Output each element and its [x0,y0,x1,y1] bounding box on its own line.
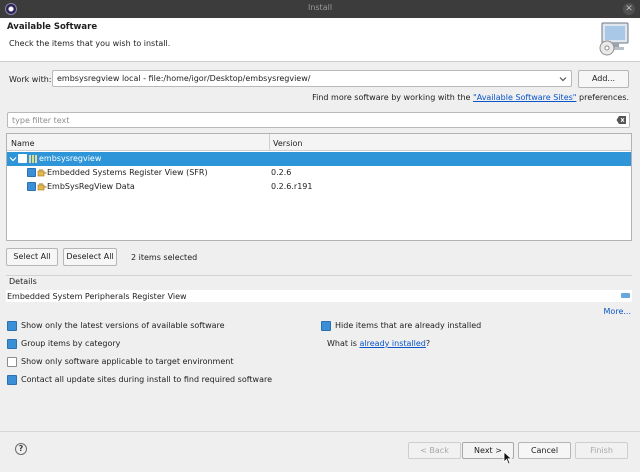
page-title: Available Software [7,22,98,32]
work-with-label: Work with: [9,75,52,84]
checkbox-box[interactable] [7,357,17,367]
row-checkbox[interactable] [27,182,36,191]
checkbox-label: Show only software applicable to target … [21,357,234,366]
details-text-area[interactable]: Embedded System Peripherals Register Vie… [6,290,632,302]
row-checkbox[interactable] [27,168,36,177]
details-scrollbar[interactable] [621,293,630,298]
install-computer-icon [599,22,629,56]
window-titlebar: Install ✕ [0,0,640,18]
details-divider [6,275,632,276]
feature-plug-icon [37,183,47,191]
close-icon[interactable]: ✕ [623,3,635,15]
help-icon[interactable]: ? [15,443,27,455]
row-version: 0.2.6 [271,168,292,177]
more-software-suffix: preferences. [576,93,629,102]
details-label: Details [9,277,37,286]
more-software-prefix: Find more software by working with the [312,93,474,102]
table-row[interactable]: EmbSysRegView Data 0.2.6.r191 [7,180,631,194]
checkbox-box[interactable] [7,339,17,349]
row-name: Embedded Systems Register View (SFR) [47,168,208,177]
column-divider[interactable] [269,134,270,151]
cancel-button[interactable]: Cancel [518,442,571,459]
back-button[interactable]: < Back [408,442,461,459]
column-header-version[interactable]: Version [273,139,302,148]
installed-suffix: ? [425,339,431,348]
available-software-sites-link[interactable]: "Available Software Sites" [473,93,576,102]
clear-filter-icon[interactable] [616,115,627,125]
checkbox-label: Hide items that are already installed [335,321,482,330]
page-subtitle: Check the items that you wish to install… [9,39,171,48]
already-installed-hint: What is already installed? [327,339,430,348]
checkbox-label: Show only the latest versions of availab… [21,321,225,330]
already-installed-link[interactable]: already installed [360,339,426,348]
table-header: Name Version [7,134,631,151]
selection-count: 2 items selected [131,253,198,262]
more-software-hint: Find more software by working with the "… [312,93,629,102]
select-all-button[interactable]: Select All [6,248,58,266]
row-name: EmbSysRegView Data [47,182,135,191]
column-header-name[interactable]: Name [11,139,35,148]
footer-divider [0,431,640,432]
work-with-value: embsysregview local - file:/home/igor/De… [57,74,311,83]
checkbox-box[interactable] [7,375,17,385]
row-checkbox[interactable] [18,154,27,163]
feature-plug-icon [37,169,47,177]
finish-button[interactable]: Finish [575,442,628,459]
table-row[interactable]: Embedded Systems Register View (SFR) 0.2… [7,166,631,180]
expand-chevron-icon[interactable] [9,155,17,163]
checkbox-box[interactable] [7,321,17,331]
table-row[interactable]: embsysregview [7,152,631,166]
wizard-header: Available Software Check the items that … [0,18,640,62]
category-icon [29,155,37,163]
checkbox-label: Contact all update sites during install … [21,375,273,384]
checkbox-label: Group items by category [21,339,121,348]
software-tree-table[interactable]: Name Version embsysregview Embedded Syst… [6,133,632,241]
filter-placeholder: type filter text [12,116,70,125]
row-version: 0.2.6.r191 [271,182,313,191]
installed-prefix: What is [327,339,360,348]
checkbox-box[interactable] [321,321,331,331]
work-with-combo[interactable]: embsysregview local - file:/home/igor/De… [52,70,572,87]
more-details-link[interactable]: More... [604,307,631,316]
filter-input[interactable]: type filter text [7,112,630,128]
deselect-all-button[interactable]: Deselect All [63,248,117,266]
details-text: Embedded System Peripherals Register Vie… [7,292,187,301]
add-site-button[interactable]: Add... [578,70,629,88]
window-title: Install [307,3,333,12]
row-name: embsysregview [39,154,102,163]
mouse-pointer-icon [503,451,513,465]
chevron-down-icon[interactable] [558,74,568,84]
